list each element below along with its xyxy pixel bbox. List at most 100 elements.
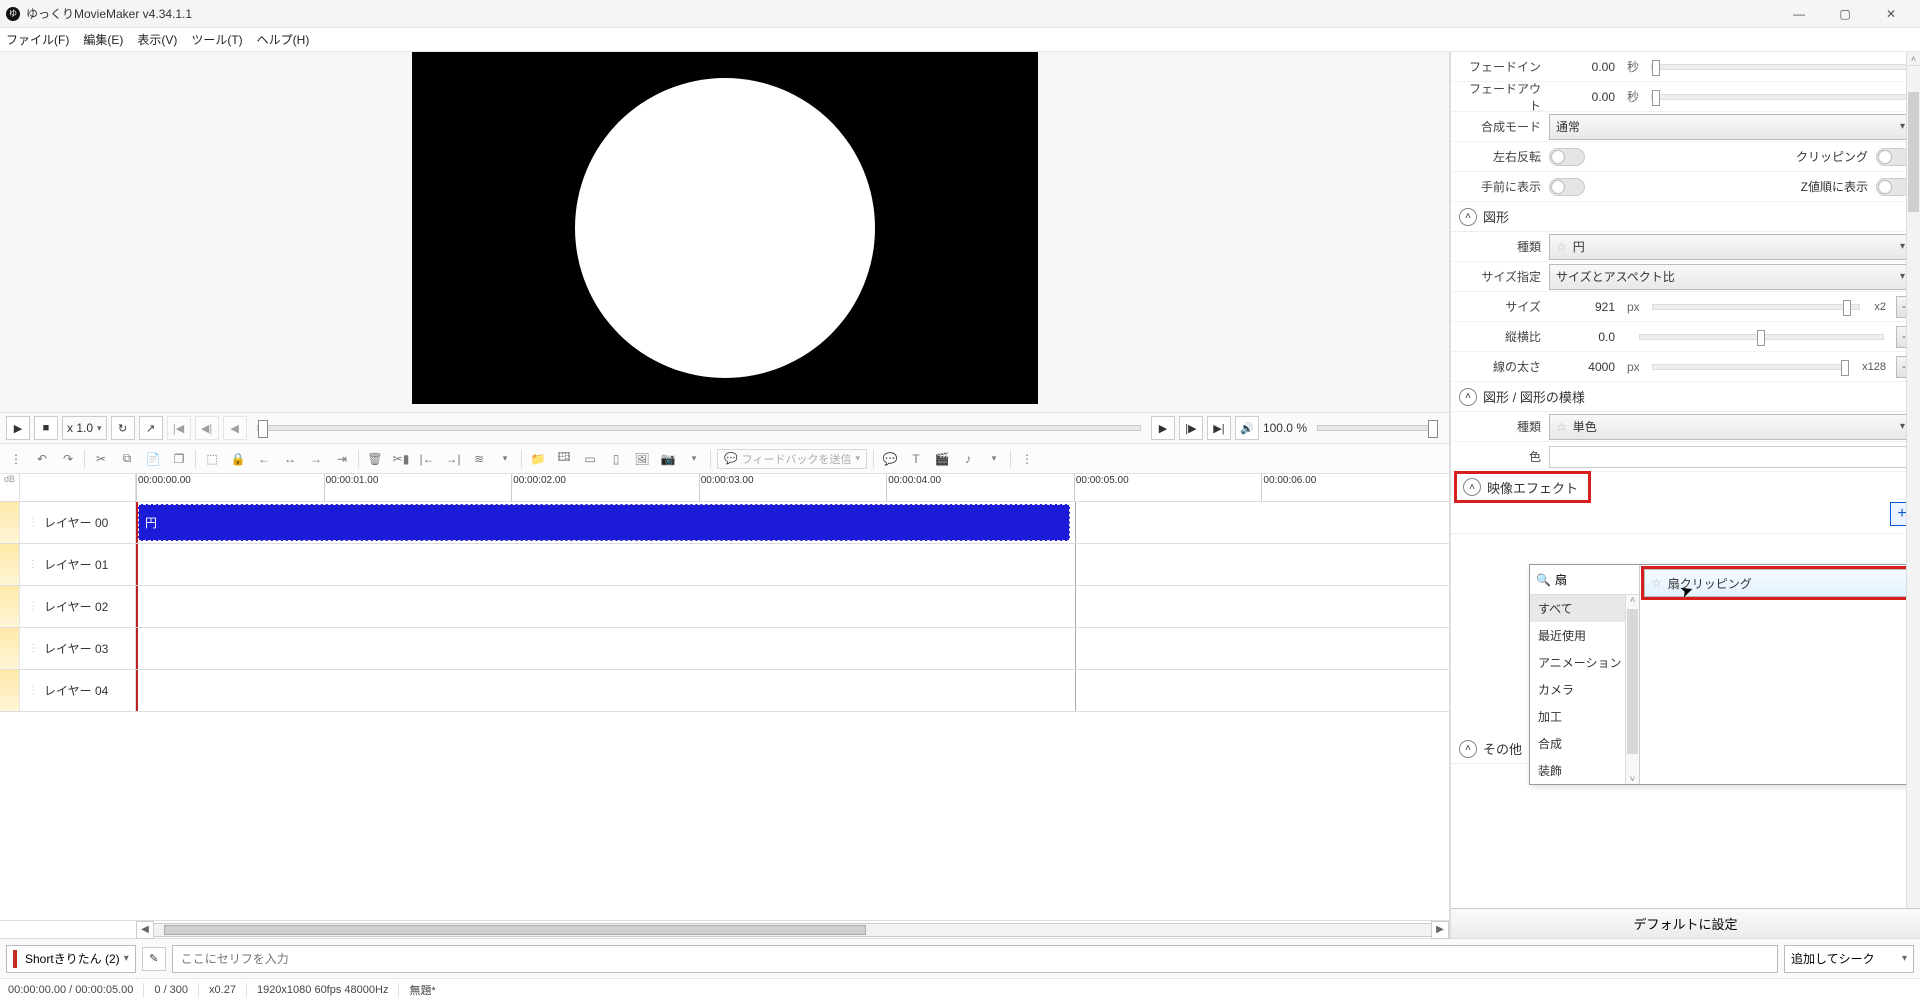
seek-slider[interactable]: [257, 425, 1141, 431]
props-scrollbar[interactable]: ˄: [1906, 52, 1920, 908]
track-body[interactable]: [136, 628, 1449, 669]
close-button[interactable]: ✕: [1868, 0, 1914, 28]
lock-button[interactable]: 🔒: [228, 449, 248, 469]
menu-edit[interactable]: 編集(E): [83, 31, 123, 48]
paste-button[interactable]: 📄: [143, 449, 163, 469]
effect-category-item[interactable]: カメラ: [1530, 676, 1639, 703]
split-button[interactable]: ✂▮: [391, 449, 411, 469]
link-left-button[interactable]: ←: [254, 449, 274, 469]
cut-button[interactable]: ✂: [91, 449, 111, 469]
menu-tool[interactable]: ツール(T): [191, 31, 242, 48]
kind-dropdown[interactable]: ☆円▾: [1549, 234, 1912, 260]
add-seek-button[interactable]: 追加してシーク▾: [1784, 945, 1914, 973]
size-slider[interactable]: [1652, 304, 1861, 310]
magnet-button[interactable]: ⬚: [202, 449, 222, 469]
video-icon[interactable]: 🎬: [932, 449, 952, 469]
hscroll-right-arrow[interactable]: ▶: [1431, 921, 1449, 939]
pkind-dropdown[interactable]: ☆単色▾: [1549, 414, 1912, 440]
section-shape[interactable]: ˄図形: [1451, 202, 1920, 232]
add-folder-button[interactable]: 📁: [528, 449, 548, 469]
fadeout-slider[interactable]: [1651, 94, 1908, 100]
duplicate-button[interactable]: ❐: [169, 449, 189, 469]
loop-button[interactable]: ↻: [111, 416, 135, 440]
linewidth-value[interactable]: 4000: [1549, 360, 1619, 374]
color-swatch[interactable]: [1549, 446, 1912, 468]
add-clip-button[interactable]: ▭: [580, 449, 600, 469]
effect-category-item[interactable]: 装飾: [1530, 757, 1639, 784]
preview-canvas[interactable]: [412, 52, 1038, 404]
text-icon[interactable]: T: [906, 449, 926, 469]
track-body[interactable]: [136, 670, 1449, 711]
volume-slider[interactable]: [1317, 425, 1437, 431]
effect-category-item[interactable]: 加工: [1530, 703, 1639, 730]
trim-end-button[interactable]: →|: [443, 449, 463, 469]
drag-handle-icon[interactable]: ⋮: [6, 449, 26, 469]
music-icon[interactable]: ♪: [958, 449, 978, 469]
track-body[interactable]: [136, 544, 1449, 585]
blend-dropdown[interactable]: 通常▾: [1549, 114, 1912, 140]
link-both-button[interactable]: ↔: [280, 449, 300, 469]
play-button[interactable]: ▶: [6, 416, 30, 440]
delete-button[interactable]: 🗑: [365, 449, 385, 469]
menu-file[interactable]: ファイル(F): [6, 31, 69, 48]
effect-search[interactable]: 🔍: [1530, 565, 1639, 595]
link-right-button[interactable]: →: [306, 449, 326, 469]
snap-button[interactable]: ↗: [139, 416, 163, 440]
front-toggle[interactable]: [1549, 178, 1585, 196]
voice-settings-button[interactable]: ✎: [142, 947, 166, 971]
serif-input[interactable]: [172, 945, 1778, 973]
sizespec-dropdown[interactable]: サイズとアスペクト比▾: [1549, 264, 1912, 290]
track-header[interactable]: ⋮レイヤー 00: [20, 502, 136, 543]
track-body[interactable]: [136, 586, 1449, 627]
undo-button[interactable]: ↶: [32, 449, 52, 469]
track-header[interactable]: ⋮レイヤー 04: [20, 670, 136, 711]
next-frame-button[interactable]: |▶: [1179, 416, 1203, 440]
bubble-icon[interactable]: 💬: [880, 449, 900, 469]
prev-frame-button[interactable]: ◀|: [195, 416, 219, 440]
align-button[interactable]: ⇥: [332, 449, 352, 469]
track-header[interactable]: ⋮レイヤー 02: [20, 586, 136, 627]
aspect-slider[interactable]: [1639, 334, 1884, 340]
size-value[interactable]: 921: [1549, 300, 1619, 314]
settings-icon[interactable]: ⋮: [1017, 449, 1037, 469]
track-header[interactable]: ⋮レイヤー 03: [20, 628, 136, 669]
effect-category-item[interactable]: 最近使用: [1530, 622, 1639, 649]
feedback-link[interactable]: 💬フィードバックを送信▾: [717, 449, 867, 469]
stop-button[interactable]: ■: [34, 416, 58, 440]
more2-icon[interactable]: ▾: [984, 449, 1004, 469]
voice-select[interactable]: Shortきりたん (2)▾: [6, 945, 136, 973]
speed-select[interactable]: x 1.0▾: [62, 416, 107, 440]
ripple-button[interactable]: ≋: [469, 449, 489, 469]
menu-view[interactable]: 表示(V): [137, 31, 177, 48]
add-image-button[interactable]: 🖼: [632, 449, 652, 469]
fadeout-value[interactable]: 0.00: [1549, 90, 1619, 104]
fadein-value[interactable]: 0.00: [1549, 60, 1619, 74]
set-default-button[interactable]: デフォルトに設定: [1451, 908, 1920, 938]
timeline-clip[interactable]: 円: [138, 504, 1070, 541]
menu-help[interactable]: ヘルプ(H): [257, 31, 310, 48]
timeline-hscroll[interactable]: ◀ ▶: [0, 920, 1449, 938]
effect-category-item[interactable]: 合成: [1530, 730, 1639, 757]
add-clip2-button[interactable]: ▯: [606, 449, 626, 469]
step-fwd-button[interactable]: ▶: [1151, 416, 1175, 440]
effect-category-item[interactable]: アニメーション: [1530, 649, 1639, 676]
section-pattern[interactable]: ˄図形 / 図形の模様: [1451, 382, 1920, 412]
effect-result-fan-clipping[interactable]: ☆ 扇クリッピング: [1644, 569, 1909, 597]
section-video-effect[interactable]: ˄映像エフェクト: [1455, 472, 1590, 502]
track-body[interactable]: 円: [136, 502, 1449, 543]
maximize-button[interactable]: ▢: [1822, 0, 1868, 28]
volume-icon[interactable]: 🔊: [1235, 416, 1259, 440]
add-more-icon[interactable]: ▾: [684, 449, 704, 469]
skip-start-button[interactable]: |◀: [167, 416, 191, 440]
redo-button[interactable]: ↷: [58, 449, 78, 469]
minimize-button[interactable]: —: [1776, 0, 1822, 28]
linewidth-slider[interactable]: [1652, 364, 1848, 370]
time-ruler[interactable]: 00:00:00.0000:00:01.0000:00:02.0000:00:0…: [136, 474, 1449, 501]
step-back-button[interactable]: ◀: [223, 416, 247, 440]
add-camera-button[interactable]: 📷: [658, 449, 678, 469]
effect-category-item[interactable]: すべて: [1530, 595, 1639, 622]
trim-start-button[interactable]: |←: [417, 449, 437, 469]
add-media-button[interactable]: 🖽: [554, 449, 574, 469]
hscroll-left-arrow[interactable]: ◀: [136, 921, 154, 939]
fadein-slider[interactable]: [1651, 64, 1908, 70]
